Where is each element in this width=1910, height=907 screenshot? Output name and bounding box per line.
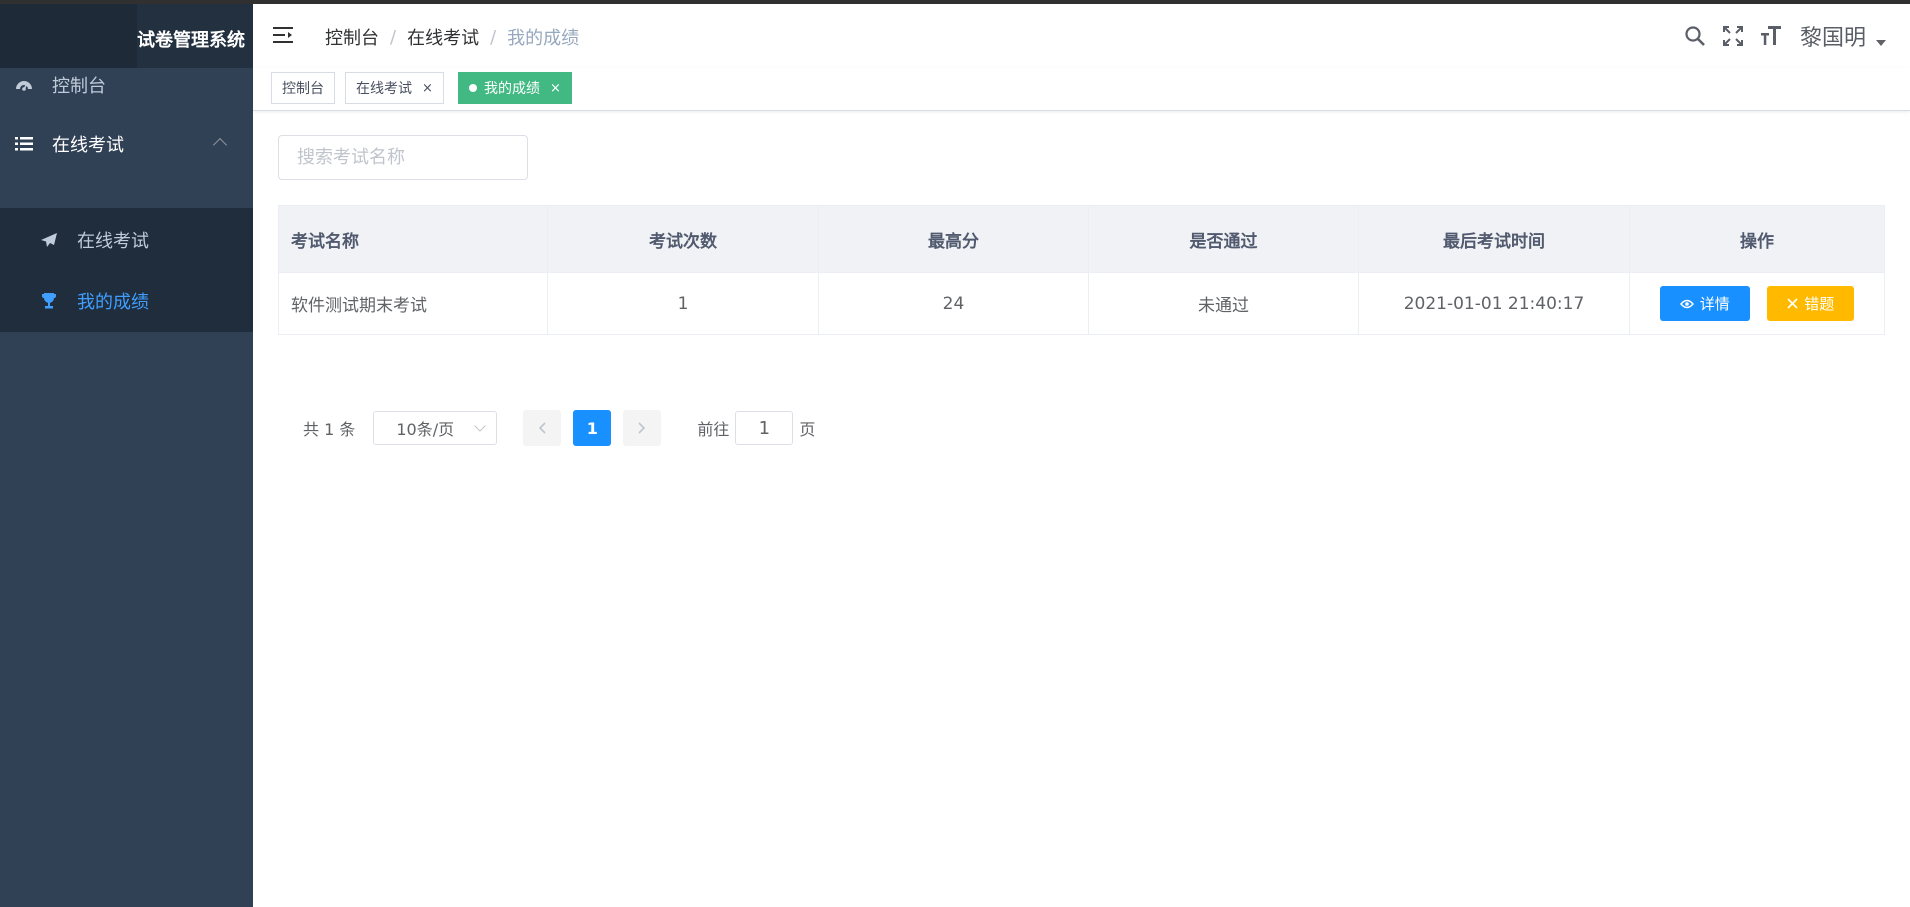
- goto-page-input[interactable]: [735, 411, 794, 445]
- sidebar-item-dashboard[interactable]: 控制台: [0, 55, 253, 115]
- pagination-total: 共 1 条: [303, 420, 356, 439]
- caret-down-icon[interactable]: [1876, 40, 1886, 46]
- pagination: 共 1 条 10条/页 1 前往 页: [303, 410, 816, 446]
- paper-plane-icon: [37, 232, 61, 248]
- sidebar-item-label: 在线考试: [52, 135, 124, 156]
- page-number-current[interactable]: 1: [573, 410, 612, 446]
- cell-actions: 详情 错题: [1629, 272, 1885, 335]
- sidebar-item-online-exam-group[interactable]: 在线考试: [0, 114, 253, 174]
- tag-label: 我的成绩: [484, 81, 540, 97]
- breadcrumb-current: 我的成绩: [507, 28, 580, 49]
- tag-online-exam[interactable]: 在线考试 ×: [345, 72, 444, 104]
- sidebar-item-label: 在线考试: [77, 231, 149, 252]
- cell-max-score: 24: [818, 272, 1089, 335]
- breadcrumb-separator: /: [390, 26, 397, 48]
- hamburger-toggle-icon[interactable]: [273, 26, 293, 48]
- prev-page-button[interactable]: [523, 410, 562, 446]
- sidebar-item-label: 控制台: [52, 76, 106, 97]
- text-size-icon[interactable]: [1760, 25, 1782, 47]
- search-icon[interactable]: [1684, 25, 1706, 47]
- tag-label: 控制台: [282, 81, 324, 97]
- column-header[interactable]: 最后考试时间: [1358, 205, 1630, 273]
- app-title: 试卷管理系统: [137, 30, 245, 51]
- sidebar: 试卷管理系统 控制台 在线考试 在线考试 我的成绩: [0, 4, 253, 907]
- submenu-online-exam: 在线考试 我的成绩: [0, 208, 253, 332]
- chevron-down-icon: [474, 420, 487, 432]
- column-header[interactable]: 考试次数: [547, 205, 819, 273]
- sidebar-item-label: 我的成绩: [77, 292, 149, 313]
- column-header[interactable]: 是否通过: [1088, 205, 1359, 273]
- close-icon[interactable]: ×: [550, 81, 561, 96]
- trophy-icon: [37, 292, 61, 310]
- page-size-value: 10条/页: [396, 420, 455, 439]
- list-icon: [12, 136, 36, 152]
- close-icon[interactable]: ×: [422, 81, 433, 96]
- wrong-questions-button-label: 错题: [1804, 294, 1835, 313]
- scores-table: 考试名称 考试次数 最高分 是否通过 最后考试时间 操作 软件测试期末考试 1 …: [278, 205, 1885, 335]
- table-header-row: 考试名称 考试次数 最高分 是否通过 最后考试时间 操作: [278, 205, 1885, 273]
- cell-pass-status: 未通过: [1088, 272, 1359, 335]
- page-size-select[interactable]: 10条/页: [373, 411, 498, 445]
- fullscreen-icon[interactable]: [1722, 25, 1744, 47]
- detail-button-label: 详情: [1699, 295, 1730, 314]
- cell-exam-name: 软件测试期末考试: [278, 272, 548, 335]
- sidebar-item-online-exam[interactable]: 在线考试: [0, 210, 253, 270]
- chevron-up-icon: [212, 137, 228, 153]
- top-header: 控制台 / 在线考试 / 我的成绩 黎国明: [253, 4, 1910, 68]
- tag-my-scores[interactable]: 我的成绩 ×: [458, 72, 572, 104]
- next-page-button[interactable]: [623, 410, 662, 446]
- dashboard-icon: [12, 77, 36, 93]
- active-dot-icon: [469, 84, 477, 92]
- detail-button[interactable]: 详情: [1659, 286, 1750, 322]
- breadcrumb-dashboard[interactable]: 控制台: [325, 24, 379, 50]
- cell-exam-count: 1: [547, 272, 819, 335]
- column-header[interactable]: 考试名称: [278, 205, 548, 273]
- wrong-questions-button[interactable]: 错题: [1767, 285, 1855, 321]
- tag-dashboard[interactable]: 控制台: [271, 72, 335, 104]
- column-header[interactable]: 最高分: [818, 205, 1089, 273]
- close-icon: [1787, 298, 1798, 309]
- breadcrumb-online-exam[interactable]: 在线考试: [407, 24, 479, 50]
- breadcrumb: 控制台 / 在线考试 / 我的成绩: [325, 24, 579, 50]
- table-row: 软件测试期末考试 1 24 未通过 2021-01-01 21:40:17 详情…: [278, 272, 1885, 335]
- search-input[interactable]: [278, 135, 528, 180]
- sidebar-item-my-scores[interactable]: 我的成绩: [0, 271, 253, 331]
- goto-label: 前往: [697, 420, 730, 439]
- breadcrumb-separator: /: [490, 26, 497, 48]
- column-header: 操作: [1629, 205, 1885, 273]
- tags-view: 控制台 在线考试 × 我的成绩 ×: [253, 68, 1910, 111]
- header-right-tools: 黎国明: [1668, 20, 1886, 52]
- cell-last-time: 2021-01-01 21:40:17: [1358, 272, 1630, 335]
- page-suffix: 页: [799, 420, 816, 439]
- tag-label: 在线考试: [356, 81, 412, 97]
- eye-icon: [1679, 299, 1694, 309]
- user-name[interactable]: 黎国明: [1800, 20, 1866, 52]
